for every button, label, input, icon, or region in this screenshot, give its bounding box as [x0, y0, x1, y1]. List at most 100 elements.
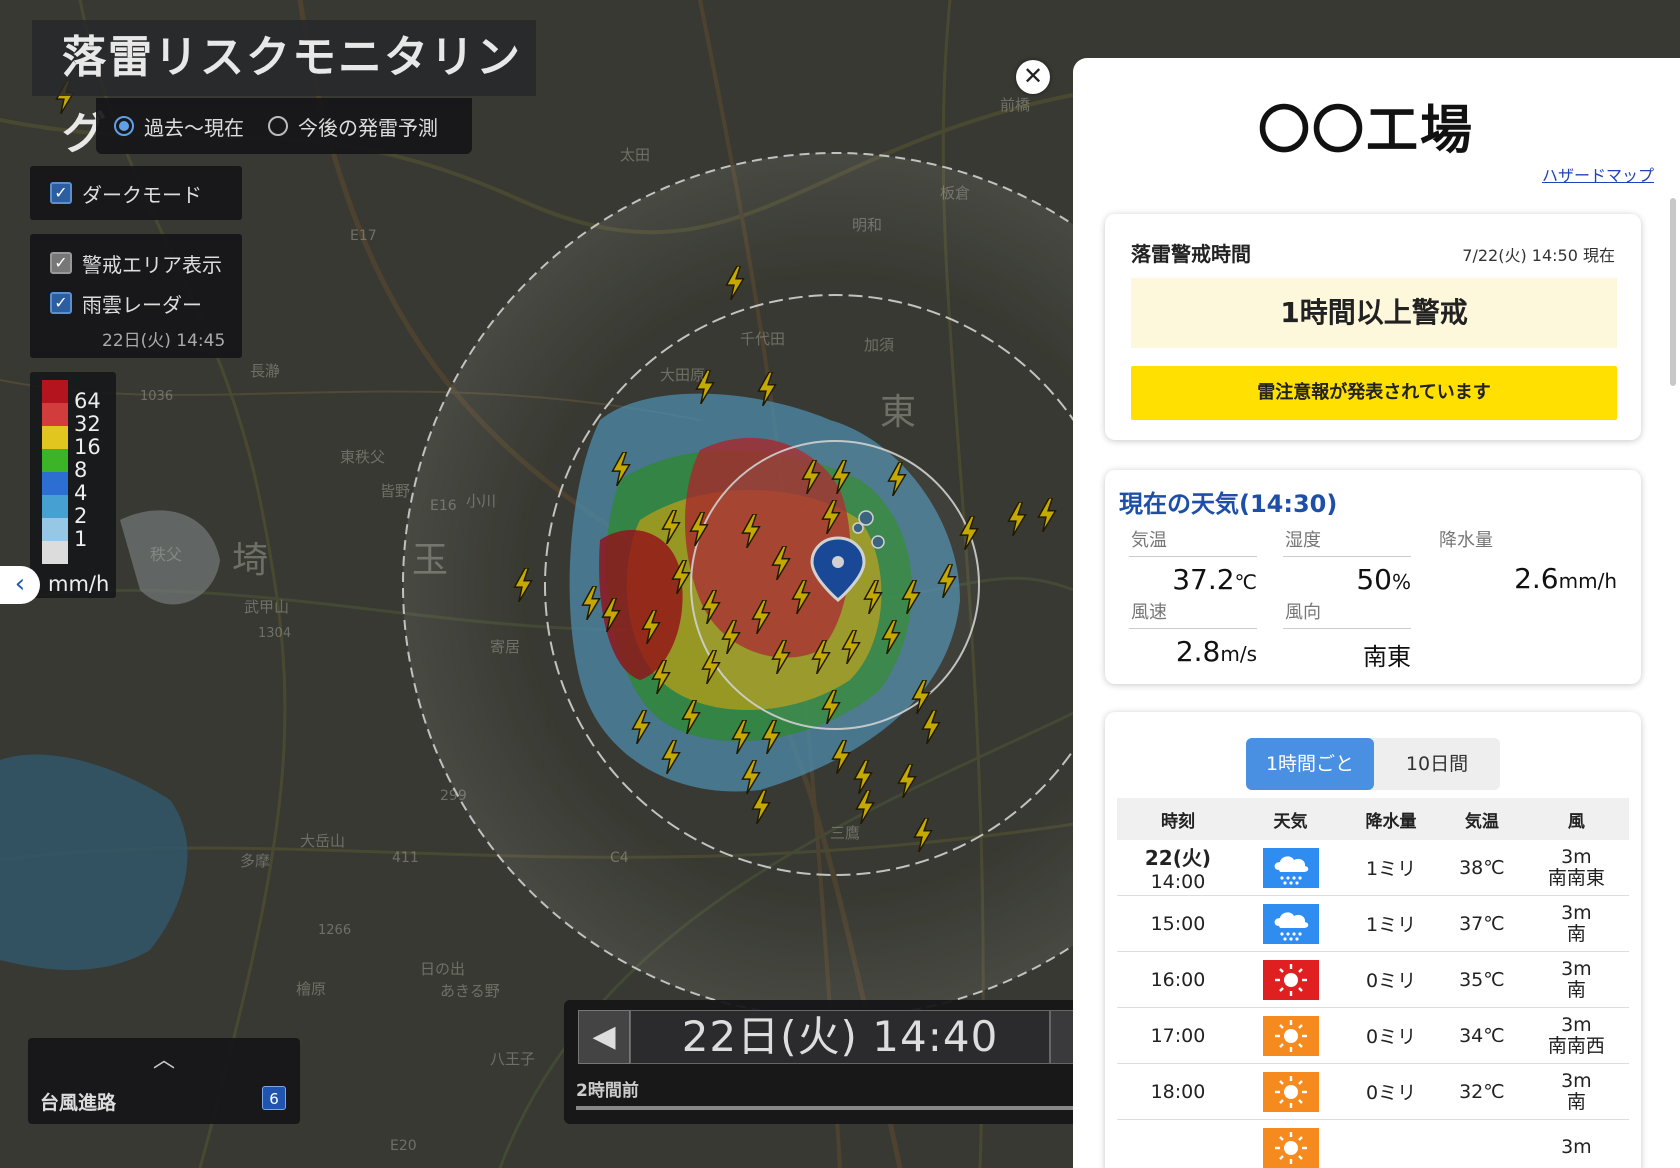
tab-hourly[interactable]: 1時間ごと	[1246, 738, 1374, 790]
forecast-precip: 0ミリ	[1342, 951, 1440, 1008]
forecast-time-cell	[1117, 1119, 1239, 1168]
forecast-precip: 0ミリ	[1342, 1007, 1440, 1064]
warning-level: 1時間以上警戒	[1131, 278, 1617, 348]
forecast-precip: 1ミリ	[1342, 840, 1440, 896]
forecast-wind-speed: 3m	[1561, 957, 1592, 980]
legend-swatch	[42, 472, 68, 495]
forecast-precip: 1ミリ	[1342, 895, 1440, 952]
mode-option-past[interactable]: 過去〜現在	[114, 112, 244, 141]
forecast-time-cell: 16:00	[1117, 951, 1239, 1008]
column-header: 時刻	[1117, 798, 1239, 840]
current-weather-title: 現在の天気(14:30)	[1119, 490, 1338, 518]
hazard-map-link[interactable]: ハザードマップ	[1542, 162, 1654, 186]
forecast-time: 17:00	[1150, 1024, 1206, 1047]
time-slider: ◀ 22日(火) 14:40 2時間前	[564, 1000, 1074, 1124]
humidity-unit: %	[1391, 570, 1411, 594]
radio-selected-icon[interactable]	[114, 116, 134, 136]
chevron-up-icon[interactable]: ︿	[28, 1042, 300, 1074]
time-seekbar[interactable]	[576, 1106, 1074, 1110]
forecast-temp: 32℃	[1439, 1063, 1524, 1120]
forecast-precip: 0ミリ	[1342, 1063, 1440, 1120]
triangle-left-icon: ◀	[592, 1019, 616, 1054]
column-header: 降水量	[1342, 798, 1440, 840]
forecast-wind-speed: 3m	[1561, 1136, 1592, 1158]
tab-10day[interactable]: 10日間	[1374, 738, 1500, 790]
temperature-value: 37.2	[1172, 563, 1235, 596]
forecast-temp	[1439, 1119, 1524, 1168]
typhoon-count-badge: 6	[262, 1086, 286, 1110]
forecast-weather-cell	[1238, 1007, 1343, 1064]
forecast-weather-cell	[1238, 1063, 1343, 1120]
forecast-wind-cell: 3m 南	[1523, 1063, 1629, 1120]
forecast-temp: 37℃	[1439, 895, 1524, 952]
precipitation-legend: 64 32 16 8 4 2 1 mm/h	[30, 372, 116, 598]
sun-icon	[1262, 1127, 1319, 1168]
close-icon: ✕	[1022, 62, 1044, 90]
checkbox-checked-icon[interactable]: ✓	[50, 252, 72, 274]
wind-direction-label: 風向	[1283, 598, 1411, 629]
forecast-weather-cell	[1238, 840, 1343, 896]
next-time-button[interactable]	[1050, 1010, 1074, 1064]
legend-level-label: 4	[74, 481, 88, 506]
forecast-time: 18:00	[1150, 1080, 1206, 1103]
site-detail-panel: 〇〇工場 ハザードマップ 落雷警戒時間 7/22(火) 14:50 現在 1時間…	[1073, 58, 1680, 1168]
layer-warning-area[interactable]: ✓ 警戒エリア表示	[50, 248, 242, 278]
dark-mode-toggle[interactable]: ✓ ダークモード	[30, 166, 242, 220]
layer-label: 警戒エリア表示	[82, 252, 222, 277]
forecast-tab-group: 1時間ごと 10日間	[1246, 738, 1500, 790]
temperature-label: 気温	[1129, 526, 1257, 557]
legend-level-label: 32	[74, 412, 101, 437]
sun-icon	[1262, 1071, 1319, 1112]
rain-icon	[1262, 847, 1319, 888]
legend-level-label: 16	[74, 435, 101, 460]
forecast-temp: 35℃	[1439, 951, 1524, 1008]
app-title: 落雷リスクモニタリング	[32, 20, 536, 159]
forecast-wind-dir: 南南東	[1547, 866, 1605, 889]
checkbox-checked-icon[interactable]: ✓	[50, 292, 72, 314]
forecast-wind-cell: 3m	[1523, 1119, 1629, 1168]
elapsed-label: 2時間前	[576, 1081, 639, 1101]
checkbox-checked-icon[interactable]: ✓	[50, 182, 72, 204]
mode-option-label: 今後の発雷予測	[298, 115, 438, 140]
forecast-wind-cell: 3m 南南東	[1523, 840, 1629, 896]
close-panel-button[interactable]: ✕	[1016, 60, 1050, 94]
forecast-temp: 38℃	[1439, 840, 1524, 896]
table-row: 22(火) 14:00 1ミリ 38℃ 3m 南南東	[1117, 840, 1629, 896]
forecast-weather-cell	[1238, 951, 1343, 1008]
prev-time-button[interactable]: ◀	[578, 1010, 630, 1064]
warning-title: 落雷警戒時間	[1131, 242, 1251, 266]
column-header: 天気	[1238, 798, 1343, 840]
forecast-weather-cell	[1238, 895, 1343, 952]
radio-unselected-icon[interactable]	[268, 116, 288, 136]
humidity-cell: 湿度 50%	[1283, 526, 1411, 596]
forecast-time-cell: 18:00	[1117, 1063, 1239, 1120]
typhoon-track-panel[interactable]: ︿ 台風進路 6	[28, 1038, 300, 1124]
wind-speed-label: 風速	[1129, 598, 1257, 629]
layer-label: 雨雲レーダー	[82, 292, 202, 317]
forecast-temp: 34℃	[1439, 1007, 1524, 1064]
legend-unit: mm/h	[48, 572, 110, 596]
forecast-precip	[1342, 1119, 1440, 1168]
radar-timestamp: 22日(火) 14:45	[102, 331, 226, 351]
mode-option-label: 過去〜現在	[144, 115, 244, 140]
wind-speed-cell: 風速 2.8m/s	[1129, 598, 1257, 668]
forecast-time: 16:00	[1150, 968, 1206, 991]
forecast-wind-speed: 3m	[1561, 1013, 1592, 1036]
lightning-warning-card: 落雷警戒時間 7/22(火) 14:50 現在 1時間以上警戒 雷注意報が発表さ…	[1105, 214, 1641, 440]
table-header-row: 時刻 天気 降水量 気温 風	[1117, 798, 1629, 840]
forecast-date: 22(火)	[1144, 846, 1212, 870]
panel-scrollbar[interactable]	[1670, 198, 1676, 386]
mode-option-forecast[interactable]: 今後の発雷予測	[268, 112, 438, 141]
table-row: 16:00 0ミリ 35℃ 3m 南	[1117, 951, 1629, 1008]
forecast-wind-speed: 3m	[1561, 901, 1592, 924]
precipitation-label: 降水量	[1439, 530, 1493, 551]
wind-direction-value: 南東	[1363, 643, 1411, 671]
hourly-forecast-table: 時刻 天気 降水量 気温 風 22(火) 14:00 1ミリ 38℃ 3m 南南東 15:0…	[1117, 798, 1629, 1168]
wind-speed-unit: m/s	[1220, 642, 1257, 666]
table-row: 3m	[1117, 1119, 1629, 1168]
table-row: 15:00 1ミリ 37℃ 3m 南	[1117, 895, 1629, 952]
collapse-panel-button[interactable]: ‹	[0, 566, 40, 604]
forecast-wind-dir: 南	[1566, 978, 1586, 1001]
layer-radar[interactable]: ✓ 雨雲レーダー	[50, 288, 242, 318]
precipitation-cell: 降水量 2.6mm/h	[1437, 526, 1617, 595]
